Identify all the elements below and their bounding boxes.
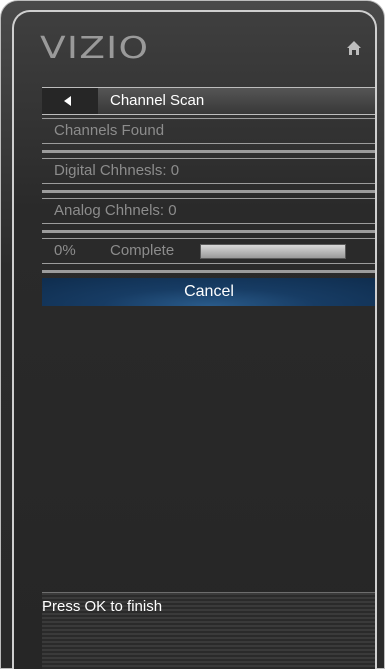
footer-hint-area: Press OK to finish: [42, 592, 375, 669]
menu-panel: VIZIO Channel Scan Channels Found Digita…: [12, 10, 377, 669]
analog-channels-label: Analog Chhnels: 0: [54, 202, 177, 219]
divider: [42, 230, 375, 233]
divider: [42, 150, 375, 153]
footer-hint: Press OK to finish: [42, 598, 163, 615]
progress-percent: 0%: [54, 242, 76, 259]
divider: [42, 190, 375, 193]
channels-found-row: Channels Found: [42, 118, 375, 144]
scan-progress-row: 0% Complete: [42, 238, 375, 264]
vizio-logo: VIZIO: [40, 31, 150, 66]
divider: [42, 270, 375, 273]
digital-channels-label: Digital Chhnesls: 0: [54, 162, 180, 179]
channels-found-label: Channels Found: [54, 122, 165, 139]
analog-channels-row: Analog Chhnels: 0: [42, 198, 375, 224]
digital-channels-row: Digital Chhnesls: 0: [42, 158, 375, 184]
cancel-button[interactable]: Cancel: [42, 278, 375, 306]
breadcrumb: Channel Scan: [42, 87, 375, 115]
home-icon[interactable]: [346, 40, 362, 56]
page-title: Channel Scan: [98, 88, 375, 114]
progress-bar: [200, 244, 346, 259]
progress-label: Complete: [110, 242, 175, 259]
back-button[interactable]: [42, 88, 99, 114]
back-arrow-icon: [64, 96, 71, 106]
